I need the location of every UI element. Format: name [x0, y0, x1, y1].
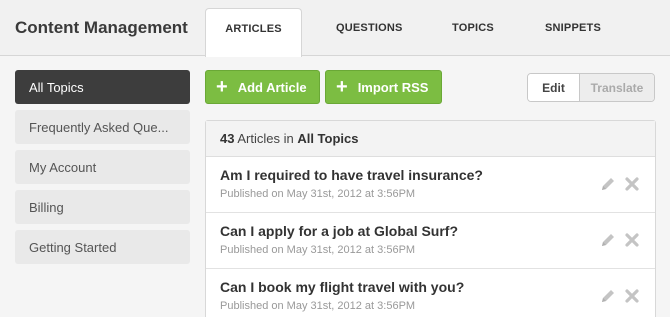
- pencil-icon[interactable]: [599, 231, 617, 249]
- tab-questions[interactable]: QUESTIONS: [336, 22, 403, 34]
- sidebar-item-getting-started[interactable]: Getting Started: [15, 230, 190, 264]
- translate-mode-button[interactable]: Translate: [580, 74, 654, 101]
- add-article-button[interactable]: + Add Article: [205, 70, 320, 104]
- add-article-label: Add Article: [237, 79, 307, 95]
- sidebar-item-faq[interactable]: Frequently Asked Que...: [15, 110, 190, 144]
- sidebar-item-my-account[interactable]: My Account: [15, 150, 190, 184]
- close-icon[interactable]: [623, 231, 641, 249]
- article-published-date: Published on May 31st, 2012 at 3:56PM: [220, 244, 416, 256]
- pencil-icon[interactable]: [599, 287, 617, 305]
- article-count-suffix: Articles in: [234, 131, 298, 146]
- article-title[interactable]: Am I required to have travel insurance?: [220, 167, 641, 183]
- article-count: 43: [220, 131, 235, 146]
- article-published-date: Published on May 31st, 2012 at 3:56PM: [220, 300, 416, 312]
- close-icon[interactable]: [623, 287, 641, 305]
- app-title: Content Management: [15, 18, 188, 37]
- articles-count-header: 43 Articles in All Topics: [206, 121, 655, 157]
- article-title[interactable]: Can I book my flight travel with you?: [220, 279, 641, 295]
- import-rss-button[interactable]: + Import RSS: [325, 70, 442, 104]
- article-row[interactable]: Am I required to have travel insurance? …: [206, 157, 655, 213]
- tab-topics[interactable]: TOPICS: [452, 22, 494, 34]
- tab-snippets[interactable]: SNIPPETS: [545, 22, 601, 34]
- top-bar: Content Management ARTICLES QUESTIONS TO…: [0, 0, 670, 57]
- tab-articles[interactable]: ARTICLES: [205, 8, 302, 57]
- import-rss-label: Import RSS: [357, 79, 429, 95]
- plus-icon: +: [336, 76, 348, 98]
- edit-mode-button[interactable]: Edit: [528, 74, 580, 101]
- plus-icon: +: [216, 76, 228, 98]
- edit-translate-toggle: Edit Translate: [527, 73, 655, 102]
- article-published-date: Published on May 31st, 2012 at 3:56PM: [220, 188, 416, 200]
- article-scope: All Topics: [297, 131, 359, 146]
- sidebar-item-billing[interactable]: Billing: [15, 190, 190, 224]
- close-icon[interactable]: [623, 175, 641, 193]
- articles-panel: 43 Articles in All Topics Am I required …: [205, 120, 656, 317]
- article-row[interactable]: Can I book my flight travel with you? Pu…: [206, 269, 655, 317]
- pencil-icon[interactable]: [599, 175, 617, 193]
- article-row[interactable]: Can I apply for a job at Global Surf? Pu…: [206, 213, 655, 269]
- sidebar-item-all-topics[interactable]: All Topics: [15, 70, 190, 104]
- article-title[interactable]: Can I apply for a job at Global Surf?: [220, 223, 641, 239]
